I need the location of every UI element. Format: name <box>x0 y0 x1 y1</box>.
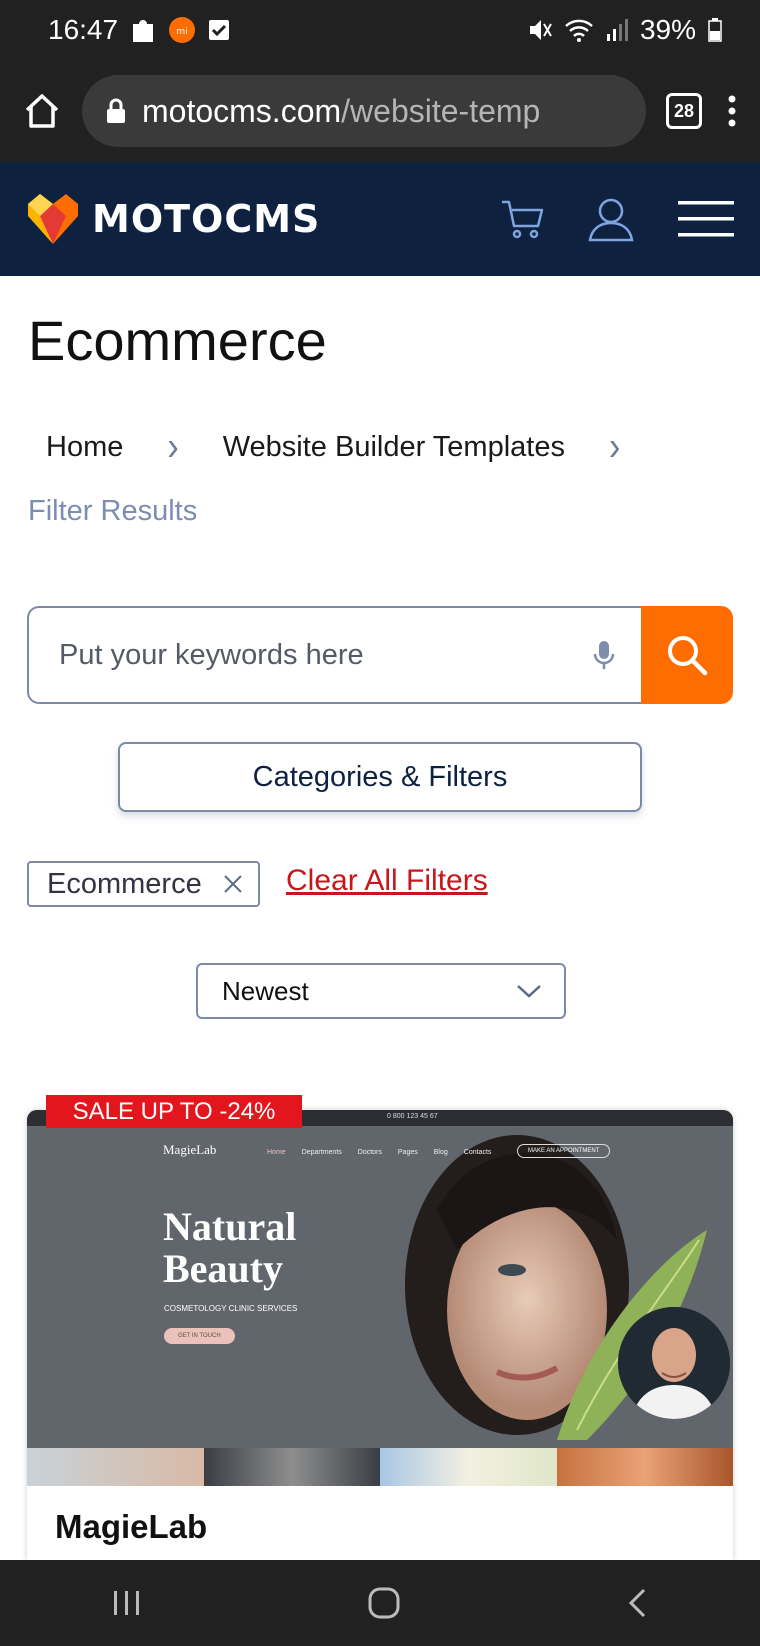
tab-switcher-button[interactable]: 28 <box>666 93 702 129</box>
breadcrumb: Home › Website Builder Templates › Filte… <box>28 424 728 528</box>
preview-hero-line: Beauty <box>163 1246 283 1291</box>
url-path: /website-temp <box>341 92 541 129</box>
thumbnail-image <box>380 1448 557 1486</box>
categories-filters-button[interactable]: Categories & Filters <box>118 742 642 812</box>
lock-icon <box>107 98 125 123</box>
preview-nav-item: Departments <box>301 1149 342 1156</box>
url-host: motocms.com <box>142 92 342 129</box>
address-bar[interactable]: motocms.com/website-temp <box>82 75 646 147</box>
breadcrumb-home-link[interactable]: Home <box>46 431 123 464</box>
preview-hero-line: Natural <box>163 1204 297 1249</box>
preview-nav-item: Doctors <box>357 1149 382 1156</box>
cart-icon[interactable] <box>500 198 544 240</box>
browser-toolbar: motocms.com/website-temp 28 <box>0 60 760 162</box>
template-preview-image[interactable]: 0 800 123 45 67 MagieLab Home Department… <box>27 1110 733 1448</box>
preview-nav-item: Pages <box>397 1149 418 1156</box>
breadcrumb-section-link[interactable]: Website Builder Templates <box>223 431 565 464</box>
brand-name: MOTOCMS <box>92 197 321 241</box>
search-bar <box>27 606 733 704</box>
microphone-icon[interactable] <box>593 639 615 671</box>
more-menu-icon[interactable] <box>722 91 742 131</box>
template-title[interactable]: MagieLab <box>55 1508 207 1546</box>
thumbnail-image <box>203 1448 380 1486</box>
svg-text:mi: mi <box>176 27 187 37</box>
preview-logo: MagieLab <box>163 1142 217 1157</box>
motocms-heart-logo-icon <box>28 194 78 244</box>
clock: 16:47 <box>48 14 119 45</box>
preview-subtitle: COSMETOLOGY CLINIC SERVICES <box>164 1304 298 1313</box>
clear-all-filters-link[interactable]: Clear All Filters <box>286 864 488 898</box>
signal-icon <box>606 19 628 41</box>
system-navigation-bar <box>0 1560 760 1646</box>
sale-badge: SALE UP TO -24% <box>46 1095 302 1128</box>
user-account-icon[interactable] <box>588 196 634 242</box>
chevron-right-icon: › <box>167 424 179 470</box>
preview-nav: Home Departments Doctors Pages Blog Cont… <box>267 1149 491 1156</box>
breadcrumb-current: Filter Results <box>28 495 198 527</box>
brand-logo[interactable]: MOTOCMS <box>26 194 500 244</box>
preview-nav-item: Blog <box>433 1149 448 1156</box>
wifi-icon <box>565 19 593 42</box>
close-icon[interactable] <box>222 873 244 895</box>
search-button[interactable] <box>641 606 733 704</box>
recent-apps-icon[interactable] <box>112 1589 142 1617</box>
preview-appointment-button: MAKE AN APPOINTMENT <box>517 1144 611 1158</box>
support-chat-avatar[interactable] <box>618 1307 730 1419</box>
site-header: MOTOCMS <box>0 162 760 276</box>
thumbnail-image <box>556 1448 733 1486</box>
preview-cta-button: GET IN TOUCH <box>164 1328 235 1344</box>
checkbox-notification-icon <box>209 20 230 40</box>
page-title: Ecommerce <box>28 309 327 372</box>
search-icon <box>668 636 708 676</box>
hamburger-menu-icon[interactable] <box>678 199 734 239</box>
active-filter-label: Ecommerce <box>47 867 202 900</box>
battery-icon <box>708 18 722 42</box>
preview-nav-item: Contacts <box>463 1149 492 1156</box>
sort-selected-value: Newest <box>222 975 309 1006</box>
thumbnail-image <box>27 1448 204 1486</box>
mi-app-icon: mi <box>169 17 196 43</box>
sort-select[interactable]: Newest <box>196 963 566 1019</box>
avatar-photo <box>618 1307 730 1419</box>
search-input[interactable] <box>57 637 593 673</box>
battery-percent: 39% <box>639 14 696 45</box>
search-field <box>27 606 641 704</box>
status-bar: 16:47 mi 39% <box>0 0 760 60</box>
preview-hero-heading: Natural Beauty <box>163 1206 296 1290</box>
preview-nav-item: Home <box>267 1149 286 1156</box>
home-icon[interactable] <box>22 91 62 131</box>
chevron-right-icon: › <box>608 424 621 470</box>
back-icon[interactable] <box>626 1587 648 1619</box>
puzzle-notification-icon <box>133 20 154 42</box>
mute-icon <box>529 20 552 40</box>
chevron-down-icon <box>517 985 541 998</box>
home-circle-icon[interactable] <box>367 1586 401 1620</box>
preview-thumbnails <box>27 1448 733 1486</box>
active-filter-chip: Ecommerce <box>27 861 260 907</box>
